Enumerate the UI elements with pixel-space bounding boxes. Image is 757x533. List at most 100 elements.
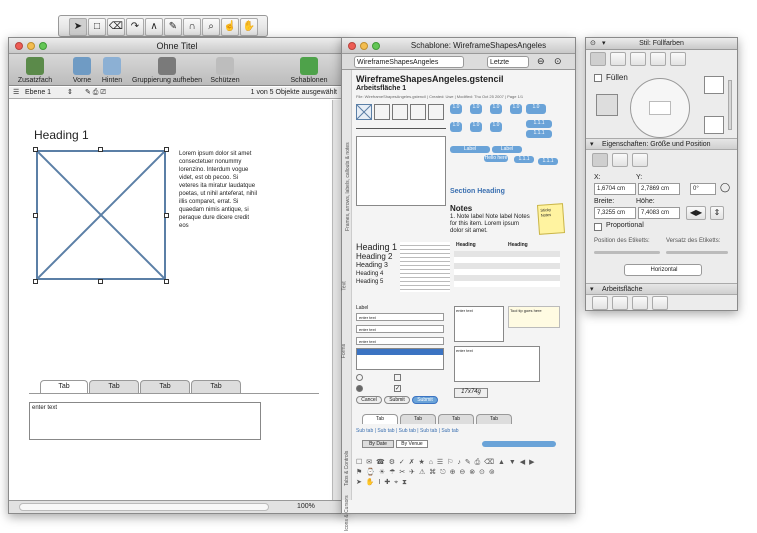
layer-arrows-icon[interactable]: ⇕ bbox=[67, 87, 73, 99]
by-date-button[interactable]: By Date bbox=[362, 440, 394, 448]
callout-shape-8[interactable]: 1.0 bbox=[490, 122, 502, 132]
frame-box-shape-3[interactable] bbox=[410, 104, 426, 120]
large-frame-shape[interactable] bbox=[356, 136, 446, 206]
subtab-5[interactable]: Sub tab bbox=[441, 428, 458, 434]
subtabs-row[interactable]: Sub tab | Sub tab | Sub tab | Sub tab | … bbox=[356, 428, 561, 436]
arrow-icon[interactable]: ➤ bbox=[69, 18, 87, 36]
stencil-action-icon[interactable]: ⊖ bbox=[537, 56, 545, 67]
blend-slider[interactable] bbox=[728, 80, 732, 130]
callout-shape-9[interactable]: 1.1.1 bbox=[526, 120, 552, 128]
width-field[interactable]: 7,3255 cm bbox=[594, 207, 636, 219]
stencil-textarea[interactable]: enter text bbox=[454, 306, 504, 342]
zoom-icon[interactable]: ⌕ bbox=[202, 18, 220, 36]
slider-control[interactable] bbox=[482, 441, 556, 447]
front-button[interactable]: Vorne bbox=[67, 57, 97, 84]
checkbox-2[interactable]: ✓ bbox=[394, 385, 401, 392]
tab-text-area[interactable]: enter text bbox=[29, 402, 261, 440]
arrow-line-shape[interactable] bbox=[356, 128, 446, 129]
tab-3[interactable]: Tab bbox=[140, 380, 190, 393]
rectangle-icon[interactable]: □ bbox=[88, 18, 106, 36]
inspector-close-icon[interactable]: ⊙ bbox=[590, 38, 596, 50]
tab-4[interactable]: Tab bbox=[191, 380, 241, 393]
stencil-heading-2[interactable]: Heading 2 bbox=[356, 252, 392, 261]
lorem-text[interactable]: Lorem ipsum dolor sit amet consectetuer … bbox=[179, 150, 259, 230]
fill-checkbox[interactable] bbox=[594, 74, 602, 82]
recent-select[interactable]: Letzte bbox=[487, 56, 529, 68]
fill-direction-dial[interactable] bbox=[630, 78, 690, 138]
submit-button-primary[interactable]: Submit bbox=[412, 396, 438, 404]
zoom-level[interactable]: 100% bbox=[297, 503, 315, 510]
radio-2[interactable] bbox=[356, 385, 363, 392]
label-tag-1[interactable]: Label bbox=[450, 146, 490, 153]
form-input-3[interactable]: enter text bbox=[356, 337, 444, 345]
angle-field[interactable]: 0° bbox=[690, 183, 716, 195]
resize-handle-nw[interactable] bbox=[33, 147, 38, 152]
resize-handle-se[interactable] bbox=[164, 279, 169, 284]
subtab-1[interactable]: Sub tab bbox=[356, 428, 373, 434]
icon-grid[interactable]: ☐ ✉ ☎ ⚙ ✓ ✗ ★ ⌂ ☰ ⚐ ♪ ✎ ⎙ ⌫ ▲ ▼ ◀ ▶ ⚑ ⌚ ☀… bbox=[356, 458, 561, 496]
subtab-4[interactable]: Sub tab bbox=[420, 428, 437, 434]
canvas-data-icon[interactable] bbox=[652, 296, 668, 310]
checkbox-1[interactable] bbox=[394, 374, 401, 381]
canvas-size-icon[interactable] bbox=[592, 296, 608, 310]
resize-handle-s[interactable] bbox=[98, 279, 103, 284]
proportional-checkbox[interactable] bbox=[594, 223, 602, 231]
canvas-layout-icon[interactable] bbox=[632, 296, 648, 310]
label-tag-3[interactable]: Hello here bbox=[484, 155, 508, 162]
callout-shape-5[interactable]: 1.0 bbox=[526, 104, 546, 114]
fill-style-icon[interactable] bbox=[590, 52, 606, 66]
callout-shape-4[interactable]: 1.0 bbox=[510, 104, 522, 114]
horizontal-scrollbar[interactable] bbox=[19, 503, 269, 511]
canvas-grid-icon[interactable] bbox=[612, 296, 628, 310]
stencil-textarea-2[interactable]: enter text bbox=[454, 346, 540, 382]
orientation-select[interactable]: Horizontal bbox=[624, 264, 702, 276]
stencil-tabs[interactable]: Tab Tab Tab Tab bbox=[356, 414, 561, 424]
tooltip-callout[interactable]: Tool tip goes here bbox=[508, 306, 560, 328]
geometry-header[interactable]: ▾ Eigenschaften: Größe und Position bbox=[586, 138, 737, 150]
stencil-tab-2[interactable]: Tab bbox=[400, 414, 436, 424]
stencil-heading-3[interactable]: Heading 3 bbox=[356, 262, 388, 269]
stencil-select[interactable]: WireframeShapesAngeles bbox=[354, 56, 464, 68]
label-tag-2[interactable]: Label bbox=[492, 146, 522, 153]
hand-icon[interactable]: ☝ bbox=[221, 18, 239, 36]
flip-horizontal-icon[interactable]: ◀▶ bbox=[686, 206, 706, 220]
label-tag-4[interactable]: 1.1.1 bbox=[514, 156, 534, 163]
subtab-2[interactable]: Sub tab bbox=[377, 428, 394, 434]
callout-shape-10[interactable]: 1.1.1 bbox=[526, 130, 552, 138]
frame-box-shape-4[interactable] bbox=[428, 104, 444, 120]
frame-box-shape[interactable] bbox=[374, 104, 390, 120]
layer-select[interactable]: Ebene 1 bbox=[25, 87, 51, 99]
callout-shape-7[interactable]: 1.0 bbox=[470, 122, 482, 132]
height-field[interactable]: 7,4083 cm bbox=[638, 207, 680, 219]
canvas-heading[interactable]: Heading 1 bbox=[34, 128, 89, 142]
stencils-button[interactable]: Schablonen bbox=[285, 57, 333, 84]
zoom-button[interactable] bbox=[39, 42, 47, 50]
resize-handle-e[interactable] bbox=[164, 213, 169, 218]
frame-box-shape-2[interactable] bbox=[392, 104, 408, 120]
stencil-heading-5[interactable]: Heading 5 bbox=[356, 279, 383, 285]
geometry-collapse-icon[interactable]: ▾ bbox=[590, 139, 594, 151]
geometry-connect-icon[interactable] bbox=[612, 153, 628, 167]
resize-handle-w[interactable] bbox=[33, 213, 38, 218]
magnet-icon[interactable]: ∩ bbox=[183, 18, 201, 36]
image-placeholder[interactable] bbox=[36, 150, 166, 280]
cancel-button[interactable]: Cancel bbox=[356, 396, 382, 404]
fill-color-well-2[interactable] bbox=[704, 116, 724, 134]
by-venue-button[interactable]: By Venue bbox=[396, 440, 428, 448]
shadow-style-icon[interactable] bbox=[630, 52, 646, 66]
canvas-header[interactable]: ▾ Arbeitsfläche bbox=[586, 283, 737, 295]
stencil-tab-3[interactable]: Tab bbox=[438, 414, 474, 424]
fill-color-well-1[interactable] bbox=[704, 76, 724, 94]
captcha-box[interactable]: 17x74g bbox=[454, 388, 488, 398]
submit-button[interactable]: Submit bbox=[384, 396, 410, 404]
resize-handle-ne[interactable] bbox=[164, 147, 169, 152]
label-tag-5[interactable]: 1.1.1 bbox=[538, 158, 558, 165]
inspector-collapse-icon[interactable]: ▾ bbox=[602, 38, 606, 50]
radio-1[interactable] bbox=[356, 374, 363, 381]
callout-shape-6[interactable]: 1.0 bbox=[450, 122, 462, 132]
stencil-close-button[interactable] bbox=[348, 42, 356, 50]
rotation-knob-icon[interactable]: ◯ bbox=[720, 182, 730, 193]
close-button[interactable] bbox=[15, 42, 23, 50]
flip-vertical-icon[interactable]: ⇕ bbox=[710, 206, 724, 220]
label-offset-slider[interactable] bbox=[666, 251, 728, 254]
